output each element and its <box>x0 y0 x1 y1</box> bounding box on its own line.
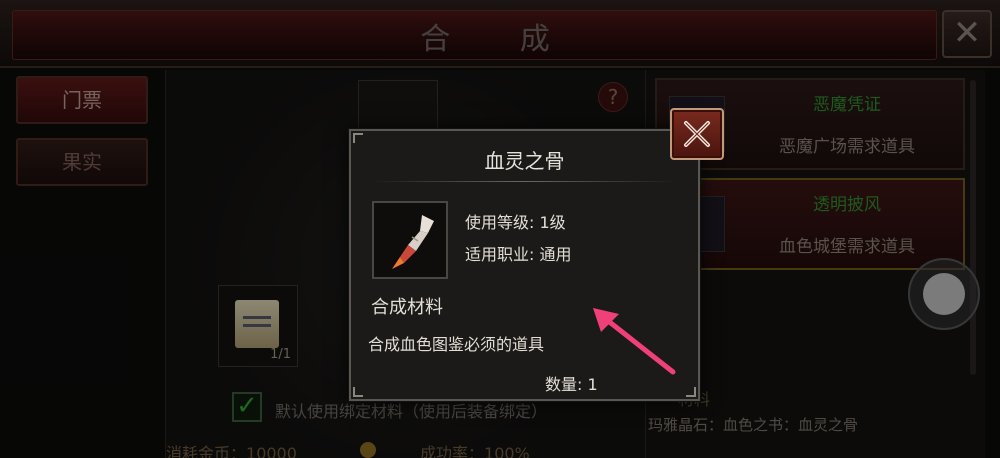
default-material-checkbox[interactable]: ✓ <box>232 392 262 422</box>
materials-list: 玛雅晶石：血色之书：血灵之骨 <box>648 416 859 434</box>
material-slot[interactable]: 1/1 <box>218 285 298 367</box>
recipe-item[interactable]: 透明披风 血色城堡需求道具 <box>655 178 965 270</box>
cost-value: 10000 <box>246 444 297 458</box>
help-icon[interactable]: ? <box>598 82 628 112</box>
corner-ornament <box>353 387 363 397</box>
item-type: 合成材料 <box>371 297 443 318</box>
title-divider <box>371 181 678 182</box>
item-description: 合成血色图鉴必须的道具 <box>368 335 545 354</box>
page-title: 合 成 <box>420 22 580 57</box>
item-level: 使用等级: 1级 <box>465 213 566 232</box>
corner-ornament <box>353 133 363 143</box>
rate-label-text: 成功率： <box>420 444 485 458</box>
result-item-slot[interactable] <box>358 80 438 136</box>
header-bar-container: 合 成 <box>0 0 1000 68</box>
annotation-arrow <box>593 308 676 375</box>
item-job: 适用职业: 通用 <box>465 245 572 264</box>
bone-item-graphic <box>392 215 434 269</box>
corner-ornament <box>686 387 696 397</box>
close-icon <box>684 121 710 147</box>
coin-icon <box>360 442 376 458</box>
tab-fruit[interactable]: 果实 <box>16 138 148 186</box>
item-name: 血灵之骨 <box>484 149 565 173</box>
recipe-desc: 血色城堡需求道具 <box>779 237 915 257</box>
bone-item-icon <box>372 201 448 279</box>
rate-value: 100% <box>484 444 530 458</box>
recipe-title: 透明披风 <box>813 195 881 215</box>
floating-assist-button[interactable] <box>908 258 980 330</box>
default-material-label: 默认使用绑定材料（使用后装备绑定） <box>275 402 548 421</box>
cost-label-text: 消耗金币： <box>166 444 247 458</box>
window-close-button[interactable]: ✕ <box>942 10 992 58</box>
recipe-scrollbar[interactable] <box>970 80 976 375</box>
cost-label: 消耗金币：10000 <box>166 440 297 458</box>
tooltip-close-button[interactable] <box>670 108 724 160</box>
tab-ticket[interactable]: 门票 <box>16 76 148 124</box>
slot-count: 1/1 <box>270 347 291 362</box>
success-rate: 成功率：100% <box>420 440 530 458</box>
recipe-title: 恶魔凭证 <box>813 95 881 115</box>
scroll-item-icon <box>235 300 279 348</box>
recipe-desc: 恶魔广场需求道具 <box>779 137 915 157</box>
